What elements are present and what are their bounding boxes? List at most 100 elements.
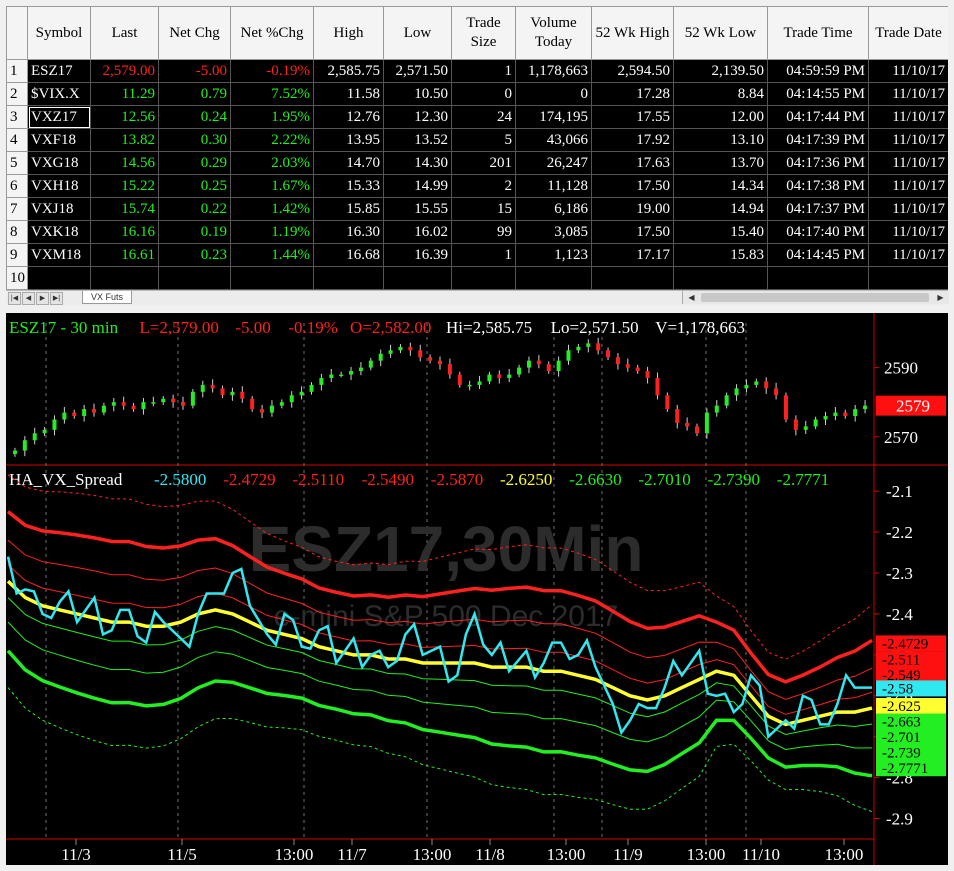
last-icon[interactable]: ▶| xyxy=(50,292,63,305)
cell-net-pct[interactable]: 1.67% xyxy=(230,174,314,198)
cell-low[interactable]: 14.99 xyxy=(383,174,452,198)
cell-size[interactable] xyxy=(451,266,516,290)
cell-symbol[interactable]: VXH18 xyxy=(27,174,91,198)
cell-date[interactable] xyxy=(868,266,948,290)
cell-high[interactable] xyxy=(313,266,384,290)
cell-date[interactable]: 11/10/17 xyxy=(868,197,948,221)
cell-wk-high[interactable]: 17.63 xyxy=(591,151,674,175)
table-row[interactable]: 10 xyxy=(6,266,948,290)
cell-last[interactable]: 15.22 xyxy=(90,174,159,198)
cell-high[interactable]: 13.95 xyxy=(313,128,384,152)
table-row[interactable]: 6 VXH18 15.22 0.25 1.67% 15.33 14.99 2 11,128 17.… xyxy=(6,174,948,198)
cell-last[interactable]: 15.74 xyxy=(90,197,159,221)
cell-volume[interactable]: 1,123 xyxy=(515,243,592,267)
cell-net-chg[interactable]: 0.23 xyxy=(158,243,231,267)
cell-volume[interactable]: 6,186 xyxy=(515,197,592,221)
cell-high[interactable]: 15.85 xyxy=(313,197,384,221)
scroll-left-icon[interactable]: ◀ xyxy=(685,291,698,304)
cell-symbol[interactable]: VXZ17 xyxy=(27,105,91,129)
first-icon[interactable]: |◀ xyxy=(8,292,21,305)
cell-volume[interactable]: 11,128 xyxy=(515,174,592,198)
cell-wk-low[interactable]: 14.34 xyxy=(673,174,768,198)
prev-icon[interactable]: ◀ xyxy=(22,292,35,305)
table-row[interactable]: 3 VXZ17 12.56 0.24 1.95% 12.76 12.30 24 174,195 1… xyxy=(6,105,948,129)
cell-symbol[interactable]: $VIX.X xyxy=(27,82,91,106)
column-header[interactable]: Trade Date xyxy=(868,6,948,60)
cell-volume[interactable]: 1,178,663 xyxy=(515,59,592,83)
cell-date[interactable]: 11/10/17 xyxy=(868,59,948,83)
column-header[interactable]: High xyxy=(313,6,384,60)
cell-size[interactable]: 1 xyxy=(451,59,516,83)
cell-size[interactable]: 24 xyxy=(451,105,516,129)
cell-high[interactable]: 16.68 xyxy=(313,243,384,267)
cell-volume[interactable]: 43,066 xyxy=(515,128,592,152)
cell-symbol[interactable]: VXG18 xyxy=(27,151,91,175)
cell-net-pct[interactable]: 1.44% xyxy=(230,243,314,267)
cell-size[interactable]: 99 xyxy=(451,220,516,244)
cell-time[interactable]: 04:17:38 PM xyxy=(767,174,869,198)
cell-last[interactable]: 12.56 xyxy=(90,105,159,129)
cell-date[interactable]: 11/10/17 xyxy=(868,220,948,244)
sheet-tab-vx-futs[interactable]: VX Futs xyxy=(82,291,133,304)
cell-net-chg[interactable] xyxy=(158,266,231,290)
cell-wk-high[interactable]: 17.17 xyxy=(591,243,674,267)
cell-symbol[interactable]: VXK18 xyxy=(27,220,91,244)
table-row[interactable]: 7 VXJ18 15.74 0.22 1.42% 15.85 15.55 15 6,186 19.… xyxy=(6,197,948,221)
column-header[interactable]: Volume Today xyxy=(515,6,592,60)
cell-low[interactable]: 13.52 xyxy=(383,128,452,152)
cell-size[interactable]: 1 xyxy=(451,243,516,267)
cell-wk-low[interactable]: 14.94 xyxy=(673,197,768,221)
cell-size[interactable]: 201 xyxy=(451,151,516,175)
column-header[interactable]: Last xyxy=(90,6,159,60)
cell-net-chg[interactable]: 0.30 xyxy=(158,128,231,152)
row-number[interactable]: 1 xyxy=(6,59,28,83)
cell-wk-high[interactable]: 19.00 xyxy=(591,197,674,221)
cell-low[interactable] xyxy=(383,266,452,290)
cell-time[interactable]: 04:17:44 PM xyxy=(767,105,869,129)
column-header[interactable]: Symbol xyxy=(27,6,91,60)
quote-grid[interactable]: Symbol Last Net Chg Net %Chg High Low Trade Si… xyxy=(6,6,948,290)
cell-date[interactable]: 11/10/17 xyxy=(868,105,948,129)
cell-wk-low[interactable]: 2,139.50 xyxy=(673,59,768,83)
cell-high[interactable]: 15.33 xyxy=(313,174,384,198)
row-number[interactable]: 7 xyxy=(6,197,28,221)
cell-time[interactable]: 04:14:55 PM xyxy=(767,82,869,106)
cell-wk-low[interactable]: 15.83 xyxy=(673,243,768,267)
cell-high[interactable]: 16.30 xyxy=(313,220,384,244)
cell-wk-high[interactable]: 2,594.50 xyxy=(591,59,674,83)
cell-last[interactable] xyxy=(90,266,159,290)
cell-date[interactable]: 11/10/17 xyxy=(868,174,948,198)
cell-net-chg[interactable]: 0.19 xyxy=(158,220,231,244)
cell-low[interactable]: 14.30 xyxy=(383,151,452,175)
cell-time[interactable]: 04:17:39 PM xyxy=(767,128,869,152)
cell-volume[interactable]: 0 xyxy=(515,82,592,106)
column-header[interactable]: Net %Chg xyxy=(230,6,314,60)
cell-low[interactable]: 10.50 xyxy=(383,82,452,106)
cell-wk-low[interactable]: 12.00 xyxy=(673,105,768,129)
cell-symbol[interactable]: VXF18 xyxy=(27,128,91,152)
cell-volume[interactable] xyxy=(515,266,592,290)
cell-time[interactable]: 04:17:40 PM xyxy=(767,220,869,244)
cell-net-chg[interactable]: 0.24 xyxy=(158,105,231,129)
cell-time[interactable]: 04:17:36 PM xyxy=(767,151,869,175)
cell-high[interactable]: 11.58 xyxy=(313,82,384,106)
cell-low[interactable]: 16.02 xyxy=(383,220,452,244)
cell-symbol[interactable]: VXJ18 xyxy=(27,197,91,221)
cell-wk-low[interactable]: 13.10 xyxy=(673,128,768,152)
cell-size[interactable]: 2 xyxy=(451,174,516,198)
column-header[interactable]: Net Chg xyxy=(158,6,231,60)
cell-net-pct[interactable]: -0.19% xyxy=(230,59,314,83)
cell-low[interactable]: 2,571.50 xyxy=(383,59,452,83)
cell-net-pct[interactable]: 1.42% xyxy=(230,197,314,221)
cell-net-chg[interactable]: 0.29 xyxy=(158,151,231,175)
cell-low[interactable]: 16.39 xyxy=(383,243,452,267)
cell-net-pct[interactable] xyxy=(230,266,314,290)
cell-wk-high[interactable]: 17.28 xyxy=(591,82,674,106)
scroll-thumb[interactable] xyxy=(701,293,929,302)
cell-high[interactable]: 2,585.75 xyxy=(313,59,384,83)
cell-volume[interactable]: 3,085 xyxy=(515,220,592,244)
cell-volume[interactable]: 26,247 xyxy=(515,151,592,175)
cell-symbol[interactable]: ESZ17 xyxy=(27,59,91,83)
cell-last[interactable]: 11.29 xyxy=(90,82,159,106)
table-row[interactable]: 9 VXM18 16.61 0.23 1.44% 16.68 16.39 1 1,123 17.1… xyxy=(6,243,948,267)
